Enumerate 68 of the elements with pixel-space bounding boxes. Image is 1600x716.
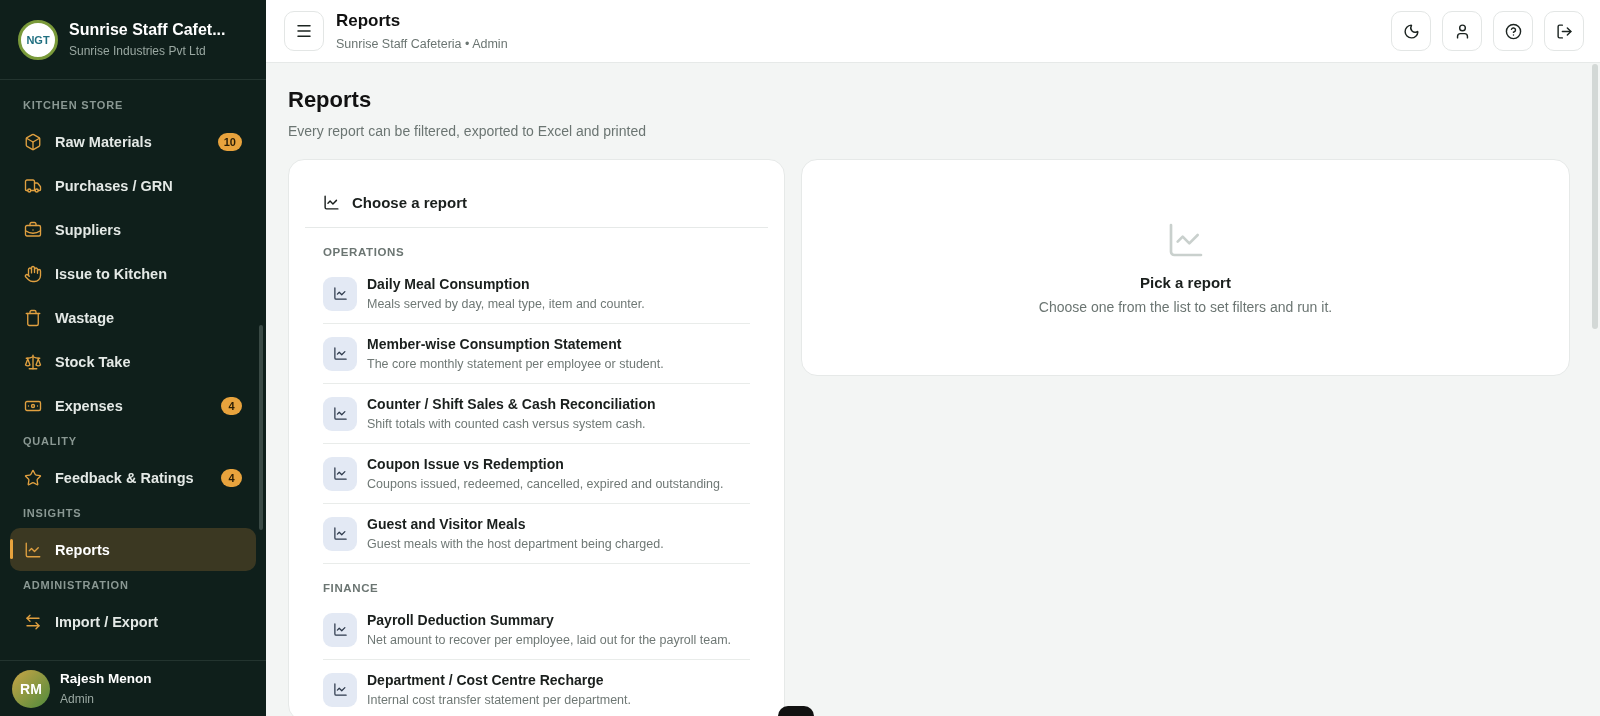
report-item[interactable]: Daily Meal Consumption Meals served by day, meal type, item and counter. [323,264,750,324]
nav-item[interactable]: Feedback & Ratings 4 [10,456,256,499]
nav-item[interactable]: Reports [10,528,256,571]
page-subtitle: Every report can be filtered, exported to Excel and printed [288,123,647,139]
brand-subtitle: Sunrise Industries Pvt Ltd [69,44,207,58]
report-item[interactable]: Guest and Visitor Meals Guest meals with the host department being charged. [323,504,750,564]
scale-icon [24,352,42,371]
logout-icon [1555,22,1573,40]
truck-icon [24,176,42,195]
user-role: Admin [60,692,95,706]
selection-indicator [10,539,13,559]
briefcase-icon [24,220,42,239]
nav-item[interactable]: Raw Materials 10 [10,120,256,163]
help-button[interactable] [1493,11,1533,51]
chart-icon [323,396,357,431]
star-icon [24,468,42,487]
menu-icon [295,22,313,40]
nav-item[interactable]: Expenses 4 [10,384,256,427]
report-item[interactable]: Counter / Shift Sales & Cash Reconciliation Shift totals with counted cash versus system cash. [323,384,750,444]
line-chart-icon [24,540,42,559]
hand-icon [24,264,42,283]
arrows-icon [24,612,42,631]
group-label: OPERATIONS [322,245,406,260]
chart-icon [323,336,357,371]
nav-item[interactable]: Purchases / GRN [10,164,256,207]
empty-title: Pick a report [1140,274,1231,291]
card-title: Choose a report [352,194,468,211]
count-badge: 4 [221,396,242,415]
report-item[interactable]: Department / Cost Centre Recharge Internal cost transfer statement per department. [323,660,750,716]
help-icon [1504,22,1522,40]
nav-item[interactable]: Stock Take [10,340,256,383]
brand-title: Sunrise Staff Cafet... [69,21,226,39]
chart-icon [323,276,357,311]
menu-button[interactable] [284,11,324,51]
line-chart-icon [323,194,340,211]
nav-item[interactable]: Suppliers [10,208,256,251]
user-avatar: RM [12,669,50,708]
theme-toggle-button[interactable] [1391,11,1431,51]
section-label: ADMINISTRATION [22,578,130,593]
page-title: Reports [288,87,373,113]
profile-button[interactable] [1442,11,1482,51]
report-item[interactable]: Coupon Issue vs Redemption Coupons issued, redeemed, cancelled, expired and outstanding. [323,444,750,504]
group-label: FINANCE [322,581,380,596]
trash-icon [24,308,42,327]
brand-logo: NGT [18,19,58,60]
chart-icon [323,612,357,647]
moon-icon [1402,22,1420,40]
section-label: QUALITY [22,434,78,449]
header-subtitle: Sunrise Staff Cafeteria • Admin [336,37,509,51]
scrollbar[interactable] [259,325,263,530]
report-item[interactable]: Member-wise Consumption Statement The core monthly statement per employee or student. [323,324,750,384]
chart-icon [323,516,357,551]
nav-item[interactable]: Import / Export [10,600,256,643]
header-title: Reports [336,11,402,31]
count-badge: 10 [217,132,242,151]
chart-icon [323,672,357,707]
logout-button[interactable] [1544,11,1584,51]
user-name: Rajesh Menon [60,671,152,686]
empty-message: Choose one from the list to set filters and run it. [1038,299,1333,315]
box-icon [24,132,42,151]
count-badge: 4 [221,468,242,487]
chart-icon [323,456,357,491]
nav-item[interactable]: Wastage [10,296,256,339]
scrollbar[interactable] [1592,64,1598,329]
section-label: KITCHEN STORE [22,98,125,113]
section-label: INSIGHTS [22,506,83,521]
nav-item[interactable]: Issue to Kitchen [10,252,256,295]
report-item[interactable]: Payroll Deduction Summary Net amount to recover per employee, laid out for the payroll team. [323,600,750,660]
